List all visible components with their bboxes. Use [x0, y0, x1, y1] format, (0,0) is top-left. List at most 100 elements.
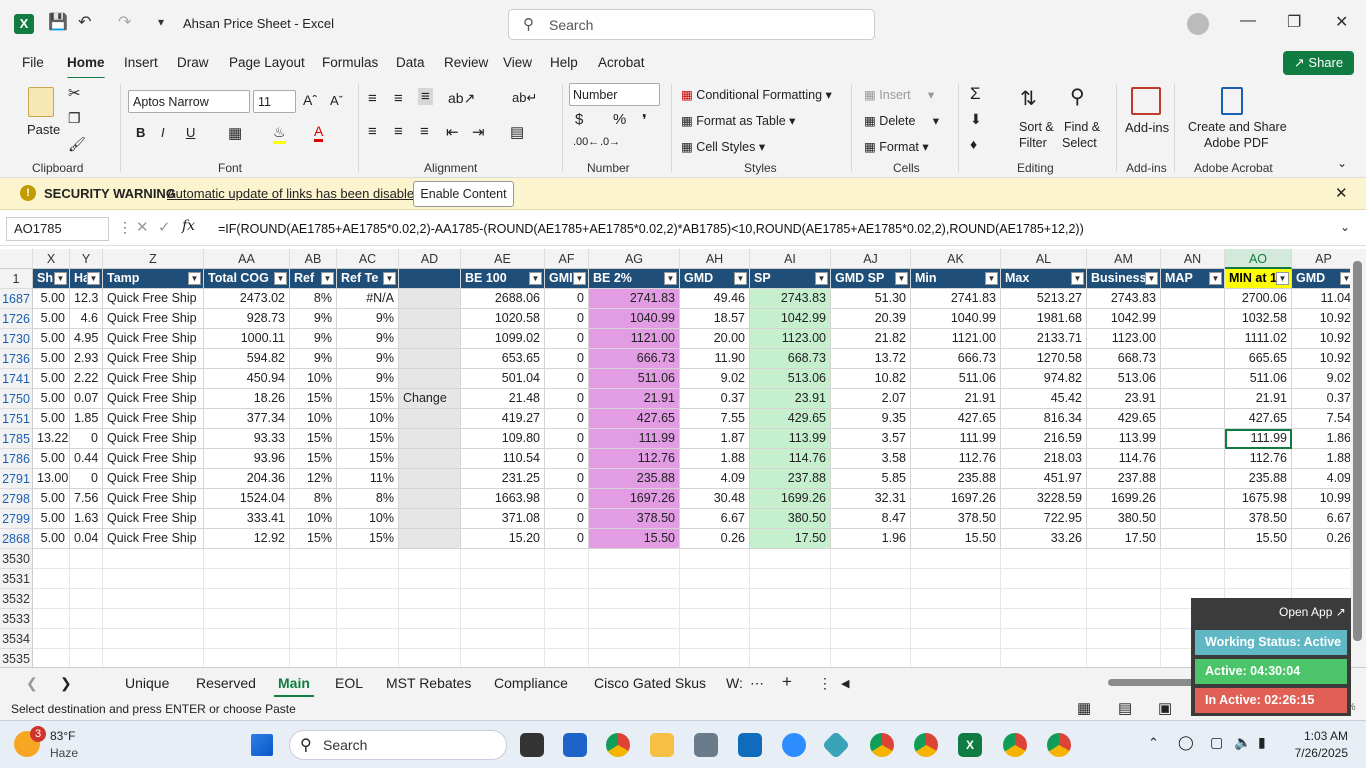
empty-cell[interactable]: [545, 629, 589, 649]
table-cell[interactable]: 10.99: [1292, 489, 1350, 509]
table-cell[interactable]: [1161, 369, 1225, 389]
excel-taskbar-icon[interactable]: X: [958, 733, 982, 757]
table-cell[interactable]: 114.76: [750, 449, 831, 469]
table-cell[interactable]: 23.91: [750, 389, 831, 409]
empty-cell[interactable]: [1292, 569, 1350, 589]
table-cell[interactable]: 0.04: [70, 529, 103, 549]
table-cell[interactable]: 15%: [290, 389, 337, 409]
table-cell[interactable]: 111.99: [1225, 429, 1292, 449]
add-ins-button[interactable]: Add-ins: [1125, 120, 1169, 135]
table-cell[interactable]: 5.00: [33, 509, 70, 529]
empty-cell[interactable]: [831, 549, 911, 569]
table-cell[interactable]: 237.88: [1087, 469, 1161, 489]
taskbar-search[interactable]: ⚲ Search: [289, 730, 507, 760]
table-header-cell[interactable]: GMI ▼: [545, 269, 589, 289]
table-cell[interactable]: 10%: [290, 509, 337, 529]
empty-cell[interactable]: [399, 549, 461, 569]
table-cell[interactable]: 0.37: [680, 389, 750, 409]
table-cell[interactable]: 13.72: [831, 349, 911, 369]
share-button[interactable]: ↗ Share: [1283, 51, 1354, 75]
filter-dropdown-icon[interactable]: ▼: [985, 272, 998, 285]
table-cell[interactable]: 0: [545, 429, 589, 449]
empty-cell[interactable]: [1001, 549, 1087, 569]
align-middle-icon[interactable]: ≡: [394, 90, 403, 107]
table-cell[interactable]: 9%: [337, 309, 399, 329]
empty-cell[interactable]: [680, 609, 750, 629]
column-header[interactable]: AM: [1087, 249, 1161, 269]
table-cell[interactable]: 11.04: [1292, 289, 1350, 309]
warning-message-link[interactable]: Automatic update of links has been disab…: [167, 186, 421, 201]
table-cell[interactable]: 10%: [290, 409, 337, 429]
sheet-tab-cisco-gated-skus[interactable]: Cisco Gated Skus: [594, 675, 706, 691]
table-cell[interactable]: [399, 509, 461, 529]
table-cell[interactable]: [399, 289, 461, 309]
table-cell[interactable]: 2473.02: [204, 289, 290, 309]
chrome-icon[interactable]: [606, 733, 630, 757]
delete-cells-button[interactable]: ▦ Delete ▾: [864, 113, 939, 128]
empty-cell[interactable]: [545, 589, 589, 609]
table-cell[interactable]: 371.08: [461, 509, 545, 529]
table-cell[interactable]: 653.65: [461, 349, 545, 369]
table-cell[interactable]: 216.59: [1001, 429, 1087, 449]
table-cell[interactable]: 668.73: [1087, 349, 1161, 369]
align-bottom-icon[interactable]: ≡: [418, 88, 433, 105]
table-cell[interactable]: 1.88: [1292, 449, 1350, 469]
table-cell[interactable]: 1697.26: [589, 489, 680, 509]
empty-cell[interactable]: [204, 649, 290, 667]
table-cell[interactable]: 1524.04: [204, 489, 290, 509]
table-cell[interactable]: 10.92: [1292, 329, 1350, 349]
table-cell[interactable]: 1042.99: [750, 309, 831, 329]
filter-dropdown-icon[interactable]: ▼: [573, 272, 586, 285]
table-cell[interactable]: [399, 489, 461, 509]
empty-cell[interactable]: [33, 629, 70, 649]
table-cell[interactable]: 378.50: [911, 509, 1001, 529]
cell-styles-button[interactable]: ▦ Cell Styles ▾: [681, 139, 765, 154]
autosum-icon[interactable]: Σ: [970, 84, 981, 104]
table-cell[interactable]: Quick Free Ship: [103, 409, 204, 429]
table-cell[interactable]: 13.00: [33, 469, 70, 489]
copy-icon[interactable]: ❐: [68, 110, 81, 127]
table-cell[interactable]: 204.36: [204, 469, 290, 489]
column-header[interactable]: AA: [204, 249, 290, 269]
empty-cell[interactable]: [70, 609, 103, 629]
outlook-icon[interactable]: [738, 733, 762, 757]
table-cell[interactable]: 235.88: [911, 469, 1001, 489]
empty-cell[interactable]: [1225, 569, 1292, 589]
table-cell[interactable]: 427.65: [589, 409, 680, 429]
chrome-profile-icon[interactable]: [1047, 733, 1071, 757]
table-cell[interactable]: 974.82: [1001, 369, 1087, 389]
table-cell[interactable]: 5.00: [33, 309, 70, 329]
empty-cell[interactable]: [911, 589, 1001, 609]
table-cell[interactable]: 9.35: [831, 409, 911, 429]
italic-icon[interactable]: I: [161, 125, 165, 140]
table-cell[interactable]: 2.93: [70, 349, 103, 369]
table-cell[interactable]: 10%: [337, 409, 399, 429]
table-header-cell[interactable]: Business ▼: [1087, 269, 1161, 289]
table-cell[interactable]: 1699.26: [750, 489, 831, 509]
table-cell[interactable]: 0: [545, 469, 589, 489]
empty-cell[interactable]: [1001, 649, 1087, 667]
filter-dropdown-icon[interactable]: ▼: [529, 272, 542, 285]
empty-cell[interactable]: [1087, 569, 1161, 589]
empty-cell[interactable]: [290, 589, 337, 609]
expand-formula-icon[interactable]: ⌄: [1340, 220, 1350, 234]
table-cell[interactable]: 15%: [290, 529, 337, 549]
row-header[interactable]: 3530: [0, 549, 33, 569]
percent-icon[interactable]: %: [613, 111, 626, 128]
empty-cell[interactable]: [1001, 609, 1087, 629]
table-cell[interactable]: 111.99: [589, 429, 680, 449]
table-cell[interactable]: [399, 449, 461, 469]
table-cell[interactable]: 9%: [337, 369, 399, 389]
table-cell[interactable]: 2133.71: [1001, 329, 1087, 349]
table-cell[interactable]: [1161, 289, 1225, 309]
enter-formula-icon[interactable]: ✓: [158, 218, 171, 236]
table-cell[interactable]: 45.42: [1001, 389, 1087, 409]
table-cell[interactable]: [1161, 429, 1225, 449]
column-header[interactable]: AF: [545, 249, 589, 269]
table-cell[interactable]: 8.47: [831, 509, 911, 529]
font-color-icon[interactable]: A: [314, 123, 324, 142]
find-select-label-1[interactable]: Find &: [1064, 120, 1100, 134]
column-header[interactable]: AG: [589, 249, 680, 269]
table-cell[interactable]: Quick Free Ship: [103, 309, 204, 329]
table-cell[interactable]: Quick Free Ship: [103, 389, 204, 409]
